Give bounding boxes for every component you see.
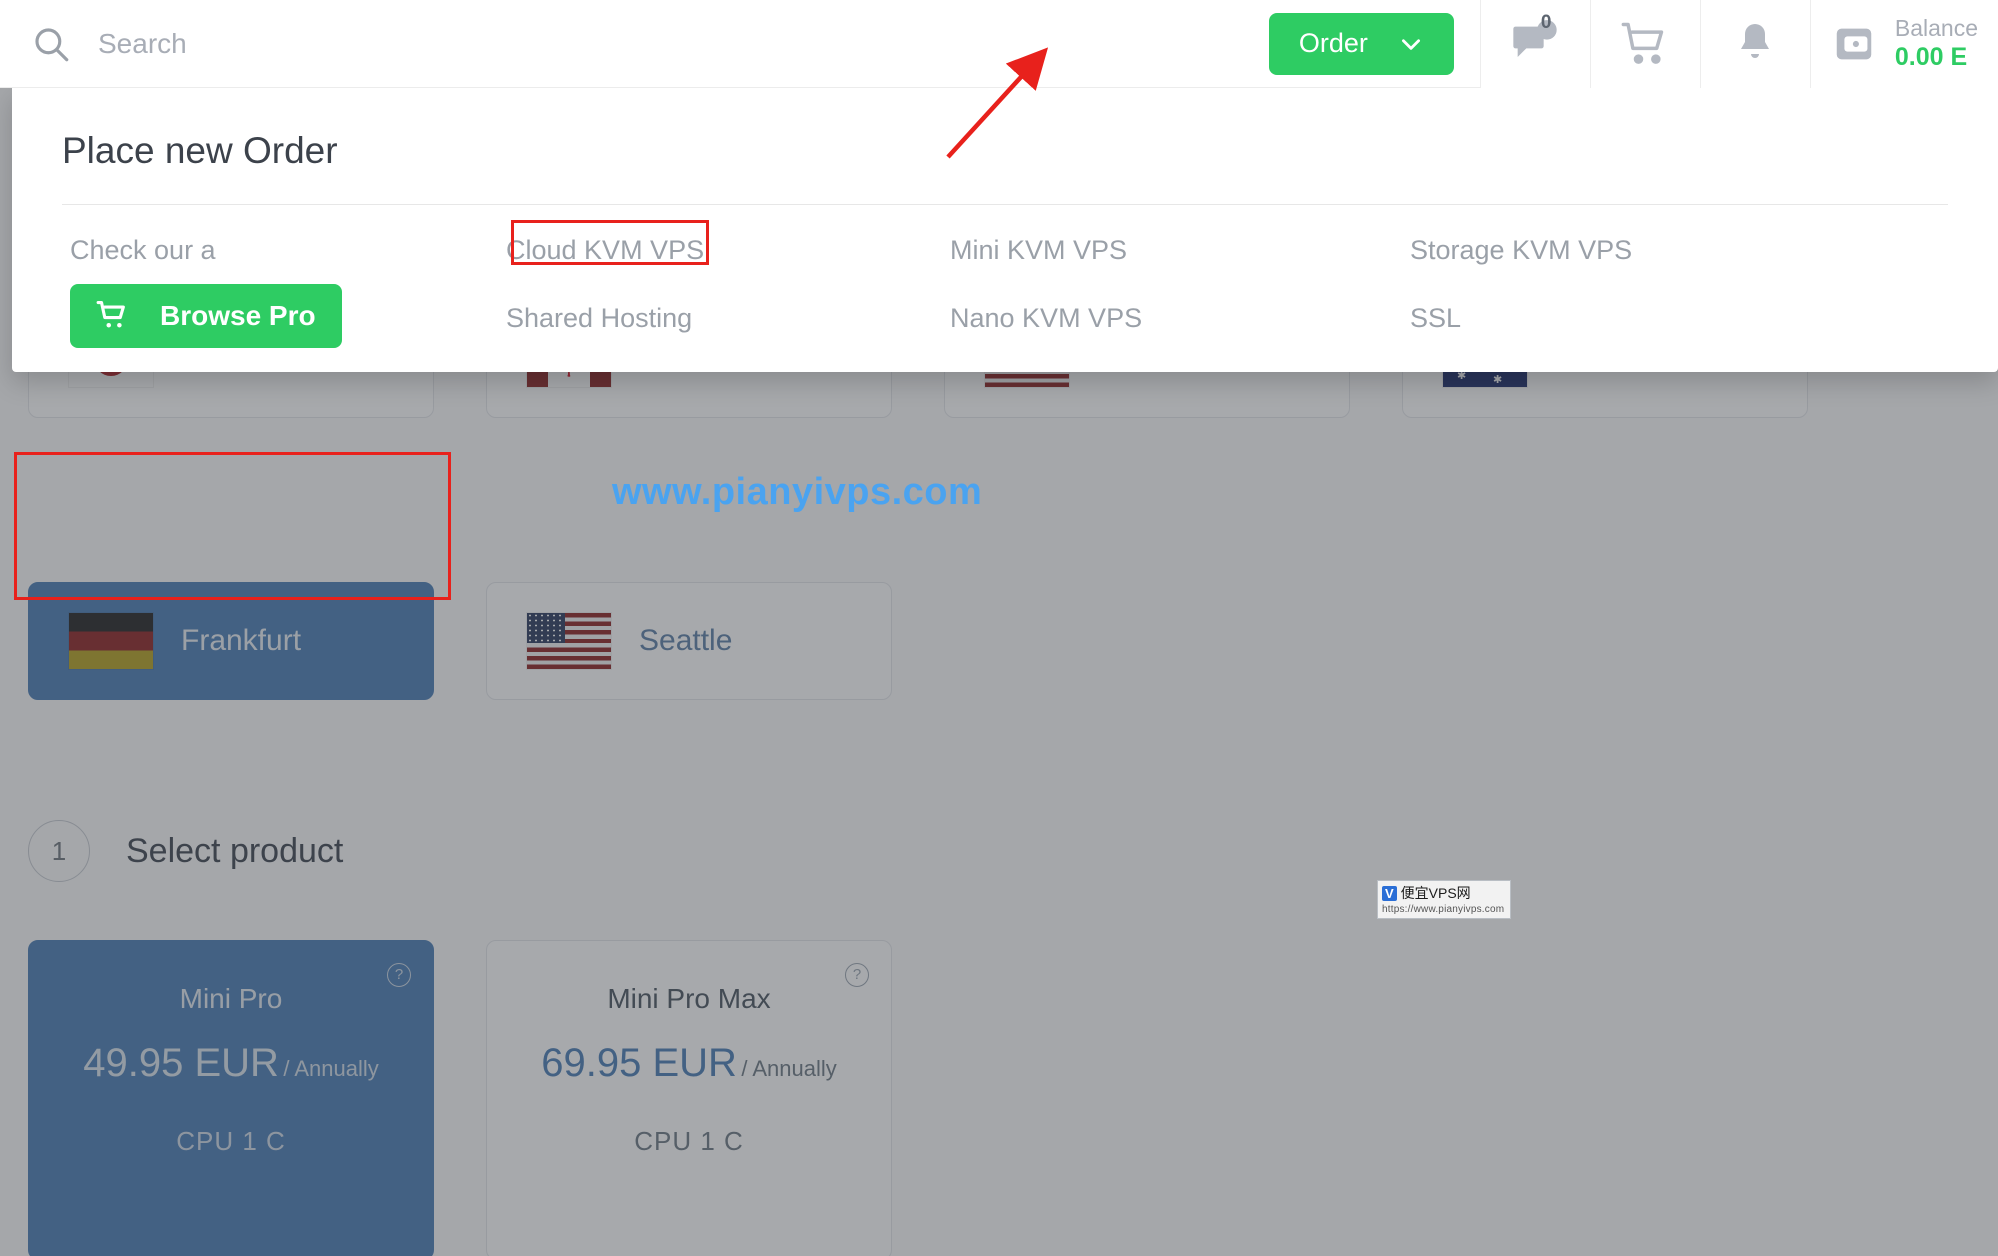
wallet-icon <box>1831 21 1877 67</box>
location-row: Frankfurt Seattle <box>28 582 892 700</box>
chevron-down-icon <box>1398 31 1424 57</box>
browse-products-button[interactable]: Browse Pro <box>70 284 342 348</box>
location-card-seattle[interactable]: Seattle <box>486 582 892 700</box>
balance-widget[interactable]: Balance 0.00 E <box>1809 0 1998 88</box>
dropdown-link-storage-kvm-vps[interactable]: Storage KVM VPS <box>1410 235 1632 266</box>
help-icon[interactable]: ? <box>387 963 411 987</box>
product-price-row: 69.95 EUR / Annually <box>487 1041 891 1086</box>
search-icon <box>30 23 72 65</box>
dropdown-link-nano-kvm-vps[interactable]: Nano KVM VPS <box>950 303 1142 334</box>
search-input[interactable] <box>98 27 798 60</box>
dropdown-link-shared-hosting[interactable]: Shared Hosting <box>506 303 692 334</box>
flag-germany-icon <box>69 613 153 669</box>
step-title: Select product <box>126 831 344 870</box>
step-number: 1 <box>28 820 90 882</box>
dropdown-links-grid: Cloud KVM VPS Mini KVM VPS Storage KVM V… <box>62 235 1948 348</box>
help-icon[interactable]: ? <box>845 963 869 987</box>
notifications-button[interactable] <box>1699 0 1810 88</box>
order-button-label: Order <box>1298 28 1368 58</box>
browse-products-label: Browse Pro <box>160 300 316 331</box>
balance-text-group: Balance 0.00 E <box>1895 14 1978 74</box>
flag-usa-icon <box>527 613 611 669</box>
dropdown-link-ssl[interactable]: SSL <box>1410 303 1461 334</box>
product-price: 49.95 EUR <box>83 1041 279 1085</box>
top-header-bar: Order 0 <box>0 0 1998 88</box>
product-name: Mini Pro Max <box>607 983 771 1014</box>
product-card-mini-pro[interactable]: ? Mini Pro 49.95 EUR / Annually CPU 1 C <box>28 940 434 1256</box>
cart-icon <box>96 299 130 333</box>
product-price-row: 49.95 EUR / Annually <box>29 1041 433 1086</box>
dropdown-promo: Check our a Browse Pro <box>62 235 506 348</box>
product-cycle: / Annually <box>741 1056 837 1081</box>
product-card-mini-pro-max[interactable]: ? Mini Pro Max 69.95 EUR / Annually CPU … <box>486 940 892 1256</box>
app-root: 🍁 ✱ ✱ ✱ ✱ <box>0 0 1998 1256</box>
place-new-order-dropdown: Place new Order Cloud KVM VPS Mini KVM V… <box>12 88 1998 372</box>
product-spec: CPU 1 C <box>176 1126 286 1156</box>
dropdown-link-cloud-kvm-vps[interactable]: Cloud KVM VPS <box>506 235 704 266</box>
balance-label: Balance <box>1894 14 1978 41</box>
product-cycle: / Annually <box>283 1056 379 1081</box>
balance-value: 0.00 E <box>1894 43 1968 72</box>
location-city-label: Frankfurt <box>181 624 302 657</box>
support-ticket-button[interactable]: 0 <box>1479 0 1590 88</box>
location-card-frankfurt[interactable]: Frankfurt <box>28 582 434 700</box>
product-name: Mini Pro <box>179 983 283 1014</box>
step-header-select-product: 1 Select product <box>28 820 343 882</box>
product-row: ? Mini Pro 49.95 EUR / Annually CPU 1 C … <box>28 940 892 1256</box>
location-city-label: Seattle <box>639 624 733 657</box>
cart-button[interactable] <box>1589 0 1700 88</box>
dropdown-link-mini-kvm-vps[interactable]: Mini KVM VPS <box>950 235 1127 266</box>
support-ticket-badge: 0 <box>1540 11 1552 33</box>
order-button[interactable]: Order <box>1268 12 1454 75</box>
search-area <box>0 23 1269 65</box>
product-spec: CPU 1 C <box>634 1126 744 1156</box>
product-price: 69.95 EUR <box>541 1041 737 1085</box>
dropdown-divider <box>62 204 1948 205</box>
dropdown-promo-text: Check our a <box>70 235 216 265</box>
dropdown-title: Place new Order <box>62 130 338 171</box>
